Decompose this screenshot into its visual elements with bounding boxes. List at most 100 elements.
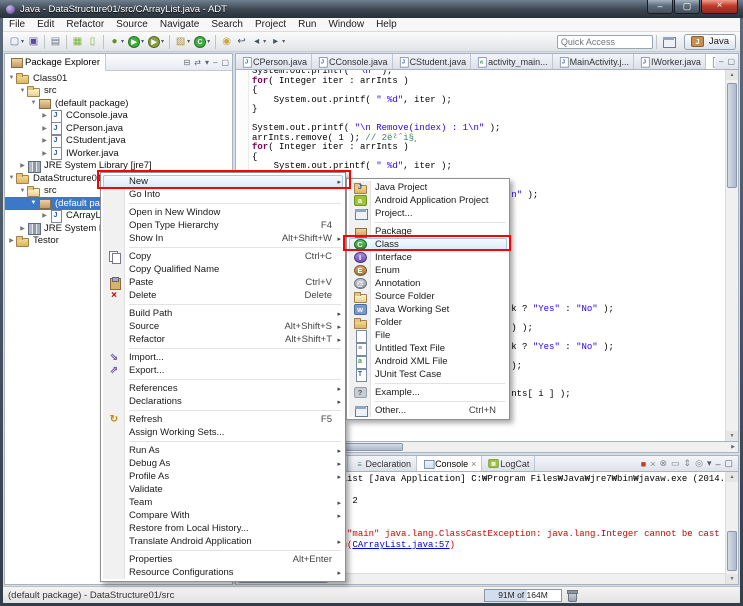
maximize-icon[interactable]: ▢ [727,57,735,66]
menu-run[interactable]: Run [292,19,322,30]
menu-item-copy[interactable]: Copy Ctrl+C [103,250,343,264]
minimize-icon[interactable]: – [719,57,723,66]
editor-tab-cconsole-java[interactable]: J CConsole.java [312,54,393,69]
menu-item-android-application-project[interactable]: a Android Application Project [349,194,507,207]
new-java-class-button[interactable]: C ▾ [192,34,212,50]
tree-item-cstudent-java[interactable]: ▶ J CStudent.java [5,134,232,148]
minimize-icon[interactable]: – [213,58,217,67]
remove-launch-icon[interactable]: × [650,459,655,469]
menu-item-copy-qualified-name[interactable]: Copy Qualified Name [103,263,343,276]
menu-source[interactable]: Source [110,19,154,30]
expand-arrow-icon[interactable]: ▶ [40,212,49,219]
menu-item-untitled-text-file[interactable]: ≡ Untitled Text File [349,342,507,356]
expand-arrow-icon[interactable]: ▶ [40,112,49,119]
expand-arrow-icon[interactable]: ▶ [40,125,49,132]
java-search-button[interactable]: ◉ [219,34,234,50]
editor-tab-iworker-java[interactable]: J IWorker.java [633,54,706,69]
menu-item-declarations[interactable]: Declarations ▸ [103,395,343,408]
menu-item-show-in[interactable]: Show In Alt+Shift+W ▸ [103,232,343,245]
collapse-arrow-icon[interactable]: ▼ [18,188,27,194]
run-button[interactable]: ▶ ▾ [126,34,146,50]
menu-edit[interactable]: Edit [31,19,60,30]
menu-item-java-working-set[interactable]: w Java Working Set [349,303,507,316]
menu-item-validate[interactable]: Validate [103,483,343,496]
save-button[interactable]: ▣ [26,34,41,50]
android-virtual-device-manager-button[interactable]: ▯ [85,34,100,50]
menu-item-junit-test-case[interactable]: T JUnit Test Case [349,368,507,382]
menu-item-team[interactable]: Team ▸ [103,496,343,509]
new-wizard-button[interactable]: ▢ ▾ [7,34,26,50]
minimize-icon[interactable]: – [715,459,720,469]
forward-button[interactable]: ▸ ▾ [268,34,287,50]
menu-item-import[interactable]: ⇘ Import... [103,351,343,364]
editor-tab-mainactivity-j[interactable]: J MainActivity.j... [552,54,634,69]
debug-button[interactable]: ● ▾ [107,34,126,50]
menu-item-go-into[interactable]: Go Into [103,188,343,201]
menu-item-project[interactable]: Project... [349,207,507,220]
back-button[interactable]: ◂ ▾ [249,34,268,50]
minimize-button[interactable]: – [647,0,673,14]
view-tab-logcat[interactable]: ≣ LogCat [482,456,536,471]
collapse-arrow-icon[interactable]: ▼ [29,100,38,106]
menu-item-new[interactable]: New ▸ [103,175,343,188]
clear-console-icon[interactable]: ▭ [671,458,680,469]
console-scroll-thumb[interactable] [727,531,737,571]
tree-item-default-package[interactable]: ▼ (default package) [5,97,232,110]
menu-item-delete[interactable]: × Delete Delete [103,289,343,302]
package-explorer-tab[interactable]: Package Explorer [5,53,106,71]
menu-window[interactable]: Window [322,19,370,30]
open-perspective-button[interactable] [660,34,679,50]
menu-refactor[interactable]: Refactor [60,19,110,30]
collapse-all-icon[interactable]: ⊟ [184,58,191,67]
collapse-arrow-icon[interactable]: ▼ [18,88,27,94]
expand-arrow-icon[interactable]: ▶ [7,237,16,244]
scroll-right-icon[interactable]: ▶ [728,442,738,452]
expand-arrow-icon[interactable]: ▶ [18,225,27,232]
menu-item-restore-from-local-history[interactable]: Restore from Local History... [103,522,343,535]
scroll-up-icon[interactable]: ▲ [726,70,738,80]
menu-item-java-project[interactable]: J Java Project [349,181,507,194]
tree-item-iworker-java[interactable]: ▶ J IWorker.java [5,147,232,161]
expand-arrow-icon[interactable]: ▶ [40,137,49,144]
print-button[interactable]: ▤ [48,34,63,50]
maximize-icon[interactable]: ▢ [724,458,733,469]
tree-item-jre-system-library-jre7[interactable]: ▶ JRE System Library [jre7] [5,160,232,173]
menu-item-package[interactable]: Package [349,225,507,238]
menu-item-build-path[interactable]: Build Path ▸ [103,307,343,320]
editor-tab-cperson-java[interactable]: J CPerson.java [236,54,313,69]
menu-item-open-type-hierarchy[interactable]: Open Type Hierarchy F4 [103,219,343,232]
tree-item-cperson-java[interactable]: ▶ J CPerson.java [5,122,232,136]
restore-button[interactable]: ▢ [674,0,700,14]
editor-tab-carraylist-j[interactable]: J*CArrayList.j...× [705,54,715,69]
pin-console-icon[interactable]: ◎ [695,458,703,469]
garbage-collect-button[interactable] [567,589,578,602]
menu-item-refactor[interactable]: Refactor Alt+Shift+T ▸ [103,333,343,346]
menu-item-refresh[interactable]: ↻ Refresh F5 [103,413,343,426]
menu-item-other[interactable]: Other... Ctrl+N [349,404,507,417]
expand-arrow-icon[interactable]: ▶ [40,150,49,157]
external-tools-button[interactable]: ▶ ▾ [146,34,166,50]
heap-status[interactable]: 91M of 164M [484,588,562,602]
menu-item-export[interactable]: ⇗ Export... [103,364,343,377]
menu-item-file[interactable]: File [349,329,507,343]
title-bar[interactable]: Java - DataStructure01/src/CArrayList.ja… [0,0,743,18]
menu-item-profile-as[interactable]: Profile As ▸ [103,470,343,483]
menu-item-run-as[interactable]: Run As ▸ [103,444,343,457]
editor-vertical-scrollbar[interactable]: ▲ ▼ [725,70,738,441]
menu-project[interactable]: Project [249,19,292,30]
menu-item-annotation[interactable]: @ Annotation [349,277,507,290]
scroll-down-icon[interactable]: ▼ [726,431,738,441]
menu-item-open-in-new-window[interactable]: Open in New Window [103,206,343,219]
menu-item-references[interactable]: References ▸ [103,382,343,395]
scroll-lock-icon[interactable]: ⇕ [684,458,692,469]
menu-item-source[interactable]: Source Alt+Shift+S ▸ [103,320,343,333]
menu-item-translate-android-application[interactable]: Translate Android Application ▸ [103,535,343,548]
tree-item-src[interactable]: ▼ src [5,85,232,98]
close-button[interactable]: × [701,0,738,14]
android-sdk-manager-button[interactable]: ▦ [70,34,85,50]
menu-item-folder[interactable]: Folder [349,316,507,329]
menu-navigate[interactable]: Navigate [154,19,205,30]
menu-item-enum[interactable]: E Enum [349,264,507,277]
editor-tab-activity-main[interactable]: a activity_main... [471,54,553,69]
menu-help[interactable]: Help [370,19,403,30]
